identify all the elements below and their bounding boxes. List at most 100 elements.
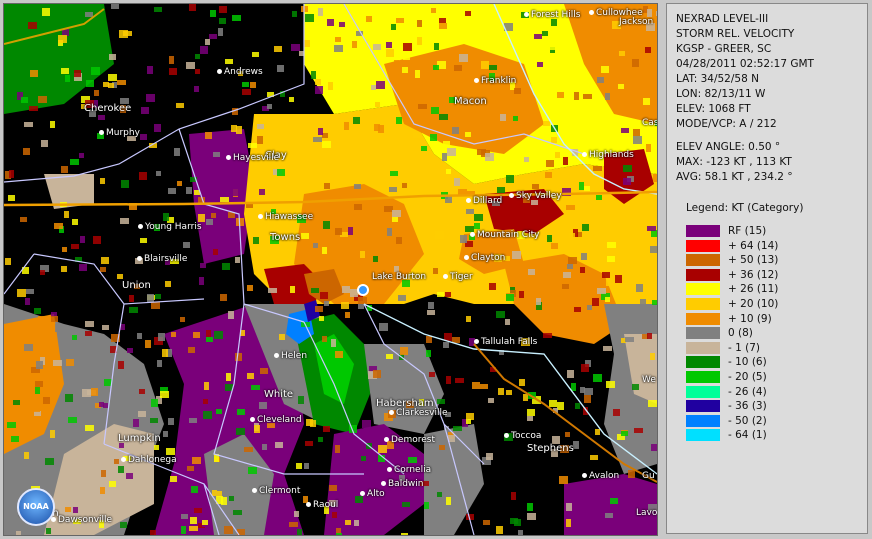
legend-row: - 64 (1) <box>686 429 767 442</box>
place-label: Stephens <box>527 443 574 454</box>
legend-row: RF (15) <box>686 225 766 237</box>
place-label: Clarkesville <box>389 409 447 418</box>
map-overlay <box>4 4 657 535</box>
city-dot-icon <box>250 417 255 422</box>
legend-row: + 36 (12) <box>686 268 779 281</box>
city-dot-icon <box>137 256 142 261</box>
city-dot-icon <box>443 274 448 279</box>
city-dot-icon <box>504 433 509 438</box>
legend-swatch <box>686 429 720 442</box>
place-label: Alto <box>360 490 385 499</box>
place-label: Avalon <box>582 472 619 481</box>
legend-swatch <box>686 400 720 413</box>
place-label: Forest Hills <box>524 11 580 20</box>
place-label: Raoul <box>306 501 338 510</box>
place-label: Union <box>122 280 151 291</box>
legend-label: + 10 (9) <box>728 312 772 325</box>
legend-row: - 10 (6) <box>686 356 767 369</box>
elev-angle: ELEV ANGLE: 0.50 ° <box>676 141 781 153</box>
legend-row: - 20 (5) <box>686 371 767 383</box>
city-dot-icon <box>582 152 587 157</box>
place-label: Cornelia <box>387 466 431 475</box>
city-dot-icon <box>360 491 365 496</box>
place-label: Dawsonville <box>51 516 112 525</box>
legend-row: + 50 (13) <box>686 254 779 267</box>
place-label: Gu <box>642 471 655 481</box>
legend-label: - 20 (5) <box>728 371 767 383</box>
place-label: Towns <box>270 232 301 243</box>
city-dot-icon <box>217 69 222 74</box>
legend-swatch <box>686 283 720 296</box>
legend-label: - 10 (6) <box>728 356 767 369</box>
city-dot-icon <box>99 130 104 135</box>
legend-label: - 26 (4) <box>728 385 767 398</box>
legend-swatch <box>686 371 720 383</box>
city-dot-icon <box>138 224 143 229</box>
legend-row: + 64 (14) <box>686 239 779 252</box>
radar-map[interactable]: Forest Hills Cullowhee Jackson Andrews Frank… <box>3 3 658 536</box>
place-label: Helen <box>274 352 307 361</box>
legend-label: + 50 (13) <box>728 254 779 267</box>
highway <box>473 343 657 483</box>
place-label: Lake Burton <box>372 272 427 282</box>
place-label: White <box>264 389 294 400</box>
legend-swatch <box>686 385 720 398</box>
product-name: NEXRAD LEVEL-III <box>676 13 769 25</box>
city-dot-icon <box>252 488 257 493</box>
place-label: Cleveland <box>250 416 302 425</box>
legend-label: - 36 (3) <box>728 400 767 413</box>
legend-label: - 64 (1) <box>728 429 767 442</box>
city-dot-icon <box>509 193 514 198</box>
place-label: Dillard <box>466 197 502 206</box>
legend-swatch <box>686 341 720 354</box>
city-dot-icon <box>226 155 231 160</box>
city-dot-icon <box>389 410 394 415</box>
place-label: Highlands <box>582 151 634 160</box>
city-dot-icon <box>381 481 386 486</box>
place-label: Tiger <box>443 273 473 282</box>
place-label: We <box>642 375 656 385</box>
place-label: Young Harris <box>138 223 202 232</box>
latitude: LAT: 34/52/58 N <box>676 73 759 85</box>
city-dot-icon <box>306 502 311 507</box>
legend-label: - 50 (2) <box>728 414 767 427</box>
place-label: Blairsville <box>137 255 187 264</box>
station: KGSP - GREER, SC <box>676 43 772 55</box>
radar-site-icon <box>357 284 369 296</box>
avg-value: AVG: 58.1 KT , 234.2 ° <box>676 171 793 183</box>
place-label: Cherokee <box>84 103 132 114</box>
city-dot-icon <box>121 457 126 462</box>
legend-swatch <box>686 356 720 369</box>
city-dot-icon <box>470 232 475 237</box>
longitude: LON: 82/13/11 W <box>676 88 766 100</box>
city-dot-icon <box>464 255 469 260</box>
city-dot-icon <box>387 467 392 472</box>
city-dot-icon <box>582 473 587 478</box>
mode-vcp: MODE/VCP: A / 212 <box>676 118 777 130</box>
city-dot-icon <box>474 78 479 83</box>
place-label: Lumpkin <box>118 433 161 444</box>
place-label: Clayton <box>464 254 505 263</box>
city-dot-icon <box>589 10 594 15</box>
legend-swatch <box>686 312 720 325</box>
place-label: Baldwin <box>381 480 423 489</box>
place-label: Sky Valley <box>509 192 562 201</box>
city-dot-icon <box>384 437 389 442</box>
legend-label: - 1 (7) <box>728 341 761 354</box>
city-dot-icon <box>474 339 479 344</box>
legend-label: + 36 (12) <box>728 268 779 281</box>
place-label: Murphy <box>99 129 140 138</box>
max-value: MAX: -123 KT , 113 KT <box>676 156 792 168</box>
legend-label: + 64 (14) <box>728 239 779 252</box>
legend-row: - 26 (4) <box>686 385 767 398</box>
place-label: Franklin <box>474 77 516 86</box>
city-dot-icon <box>274 353 279 358</box>
legend-row: 0 (8) <box>686 327 753 340</box>
legend-row: + 10 (9) <box>686 312 772 325</box>
legend-swatch <box>686 225 720 237</box>
legend-swatch <box>686 239 720 252</box>
legend-swatch <box>686 268 720 281</box>
city-dot-icon <box>466 198 471 203</box>
legend-title: Legend: KT (Category) <box>686 202 804 214</box>
legend-label: 0 (8) <box>728 327 753 340</box>
